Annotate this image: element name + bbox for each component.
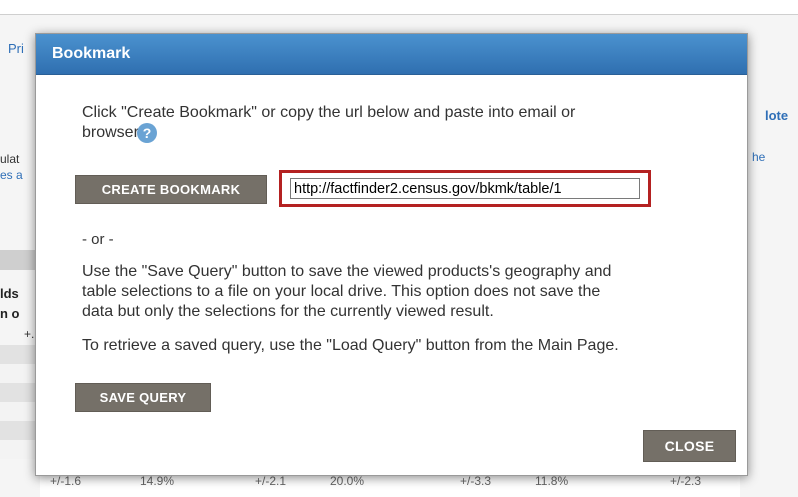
background-text-fragment: ulat	[0, 152, 20, 166]
or-separator: - or -	[82, 231, 114, 248]
dialog-header[interactable]: Bookmark	[36, 34, 747, 75]
table-cell: +/-3.3	[460, 474, 492, 488]
save-query-button[interactable]: SAVE QUERY	[75, 383, 211, 412]
background-table-header	[0, 250, 40, 270]
background-column-fragment: lds	[0, 286, 19, 301]
background-link-fragment[interactable]: es a	[0, 168, 23, 182]
save-query-text-line3: data but only the selections for the cur…	[82, 303, 494, 320]
table-cell: 20.0%	[330, 474, 365, 488]
background-cell-fragment: +.	[24, 327, 35, 341]
background-table-row	[0, 383, 40, 402]
table-cell: +/-2.3	[670, 474, 702, 488]
background-link-fragment[interactable]: Pri	[8, 41, 24, 56]
save-query-text-line1: Use the "Save Query" button to save the …	[82, 263, 612, 280]
close-label: CLOSE	[664, 438, 715, 454]
close-button[interactable]: CLOSE	[643, 430, 736, 462]
intro-text-line1: Click "Create Bookmark" or copy the url …	[82, 104, 576, 121]
background-table-row	[0, 440, 40, 459]
save-query-label: SAVE QUERY	[99, 390, 187, 405]
bookmark-url-field[interactable]	[290, 178, 640, 199]
create-bookmark-label: CREATE BOOKMARK	[101, 182, 241, 197]
background-link-fragment[interactable]: lote	[765, 108, 788, 123]
table-cell: +/-2.1	[255, 474, 287, 488]
background-table-row	[0, 345, 40, 364]
create-bookmark-button[interactable]: CREATE BOOKMARK	[75, 175, 267, 204]
table-cell: 11.8%	[535, 474, 569, 488]
background-table-row	[0, 364, 40, 383]
help-icon[interactable]: ?	[137, 123, 157, 143]
help-icon-glyph: ?	[142, 125, 152, 141]
background-table-row	[0, 402, 40, 421]
table-cell: +/-1.6	[50, 474, 82, 488]
intro-text-line2: browser.	[82, 124, 143, 141]
background-link-fragment[interactable]: he	[752, 150, 765, 164]
table-cell: 14.9%	[140, 474, 175, 488]
dialog-title: Bookmark	[52, 45, 131, 62]
background-column-fragment: n o	[0, 306, 20, 321]
load-query-text: To retrieve a saved query, use the "Load…	[82, 337, 619, 354]
background-table-row	[0, 421, 40, 440]
bookmark-dialog: Bookmark Click "Create Bookmark" or copy…	[35, 33, 748, 476]
background-top-bar	[0, 0, 798, 15]
save-query-text-line2: table selections to a file on your local…	[82, 283, 601, 300]
url-highlight-box	[279, 170, 651, 207]
